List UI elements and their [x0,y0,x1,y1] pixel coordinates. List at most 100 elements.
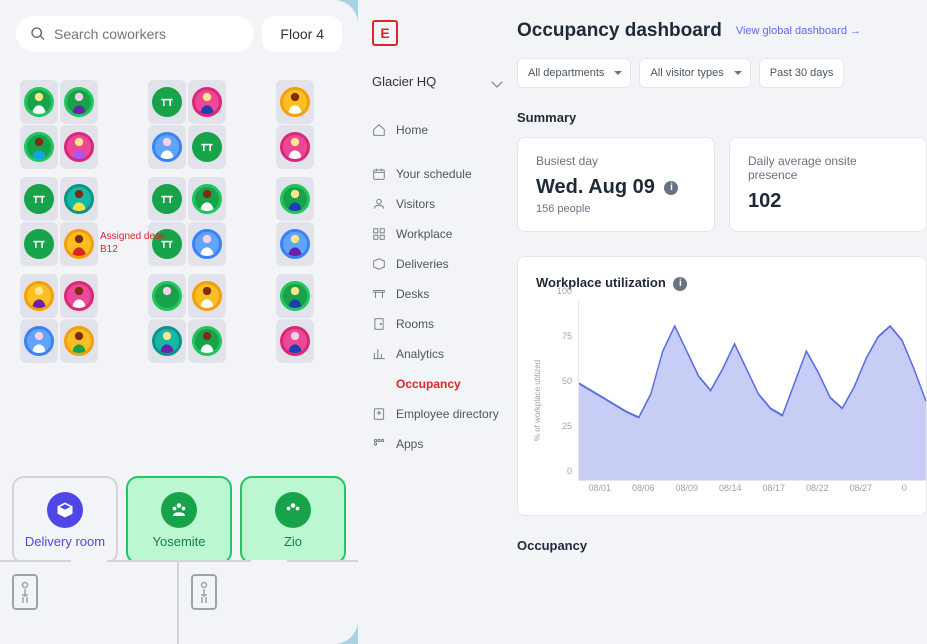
desk[interactable] [20,319,58,363]
assigned-desk-label: Assigned desk B12 [100,230,165,256]
card-value: 102 [748,190,908,213]
nav-analytics[interactable]: Analytics [372,339,513,369]
nav-deliveries[interactable]: Deliveries [372,249,513,279]
desk[interactable] [188,319,226,363]
desk-available-icon [24,229,54,259]
desk[interactable] [276,319,314,363]
desk-available-icon [152,184,182,214]
view-global-dashboard-link[interactable]: View global dashboard → [736,25,861,37]
desk[interactable] [188,80,226,124]
search-wrapper[interactable] [16,16,254,52]
logo[interactable]: E [372,20,398,46]
calendar-icon [372,167,386,181]
visitors-icon [372,197,386,211]
desk[interactable] [188,125,226,169]
desk[interactable] [276,80,314,124]
desk[interactable] [276,274,314,318]
desk[interactable] [60,177,98,221]
meeting-room-icon [161,492,197,528]
desk[interactable] [148,177,186,221]
summary-heading: Summary [517,110,927,125]
chart-y-label: % of workplace utilized [534,360,543,441]
chart-x-ticks: 08/0108/0608/0908/1408/1708/2208/270 [578,483,926,501]
chart-y-ticks: 0255075100 [548,301,576,481]
chart-plot[interactable] [578,301,926,481]
restroom-icon [12,574,38,610]
desk[interactable] [60,80,98,124]
summary-cards: Busiest day Wed. Aug 09 i 156 people Dai… [517,137,927,232]
nav-home[interactable]: Home [372,115,513,145]
nav-desks[interactable]: Desks [372,279,513,309]
desk-available-icon [152,87,182,117]
desk[interactable] [60,274,98,318]
sidebar: E Glacier HQ Home Your schedule Visitors… [358,0,513,644]
nav-visitors[interactable]: Visitors [372,189,513,219]
card-sub: 156 people [536,203,696,215]
nav-employee-directory[interactable]: Employee directory [372,399,513,429]
card-busiest-day: Busiest day Wed. Aug 09 i 156 people [517,137,715,232]
desk[interactable] [60,319,98,363]
desk[interactable] [20,177,58,221]
home-icon [372,123,386,137]
filter-visitor-types[interactable]: All visitor types [639,58,750,88]
page-title: Occupancy dashboard [517,20,722,42]
desk-available-icon [192,132,222,162]
desk[interactable] [20,274,58,318]
desk[interactable] [20,80,58,124]
chart-title: Workplace utilization i [536,275,926,291]
desk[interactable] [148,319,186,363]
floor-selector-button[interactable]: Floor 4 [262,16,342,52]
search-icon [30,26,46,42]
analytics-icon [372,347,386,361]
desk[interactable] [188,222,226,266]
desk[interactable] [60,222,98,266]
nav-occupancy[interactable]: Occupancy [372,369,513,399]
nav-workplace[interactable]: Workplace [372,219,513,249]
restroom-icon [191,574,217,610]
floor-map-panel: Floor 4 [0,0,358,644]
main-content: Occupancy dashboard View global dashboar… [513,0,927,644]
workplace-icon [372,227,386,241]
desk[interactable] [276,177,314,221]
info-icon[interactable]: i [673,277,687,291]
desk[interactable] [276,125,314,169]
desk[interactable] [188,177,226,221]
desk[interactable] [60,125,98,169]
location-label: Glacier HQ [372,74,436,89]
nav-apps[interactable]: Apps [372,429,513,459]
directory-icon [372,407,386,421]
apps-icon [372,437,386,451]
room-zion[interactable]: Zio [240,476,346,564]
desk[interactable] [148,80,186,124]
desk[interactable] [20,222,58,266]
filter-period[interactable]: Past 30 days [759,58,845,88]
dashboard-panel: E Glacier HQ Home Your schedule Visitors… [358,0,927,644]
card-value: Wed. Aug 09 i [536,176,696,199]
nav-your-schedule[interactable]: Your schedule [372,159,513,189]
info-icon[interactable]: i [664,181,678,195]
deliveries-icon [372,257,386,271]
occupancy-heading: Occupancy [517,538,927,553]
room-yosemite[interactable]: Yosemite [126,476,232,564]
desk-area[interactable]: Assigned desk B12 [0,68,358,408]
filters-row: All departments All visitor types Past 3… [517,58,927,88]
restrooms-area [0,560,358,644]
search-input[interactable] [54,26,240,42]
location-selector[interactable]: Glacier HQ [372,66,513,97]
filter-departments[interactable]: All departments [517,58,631,88]
card-label: Busiest day [536,154,696,168]
desk[interactable] [148,274,186,318]
desks-icon [372,287,386,301]
room-delivery[interactable]: Delivery room [12,476,118,564]
card-label: Daily average onsite presence [748,154,908,182]
desk[interactable] [276,222,314,266]
desk[interactable] [188,274,226,318]
desk[interactable] [148,125,186,169]
nav-rooms[interactable]: Rooms [372,309,513,339]
desk[interactable] [20,125,58,169]
desk-available-icon [24,184,54,214]
package-icon [47,492,83,528]
rooms-icon [372,317,386,331]
floor-top-controls: Floor 4 [0,0,358,68]
card-avg-presence: Daily average onsite presence 102 [729,137,927,232]
